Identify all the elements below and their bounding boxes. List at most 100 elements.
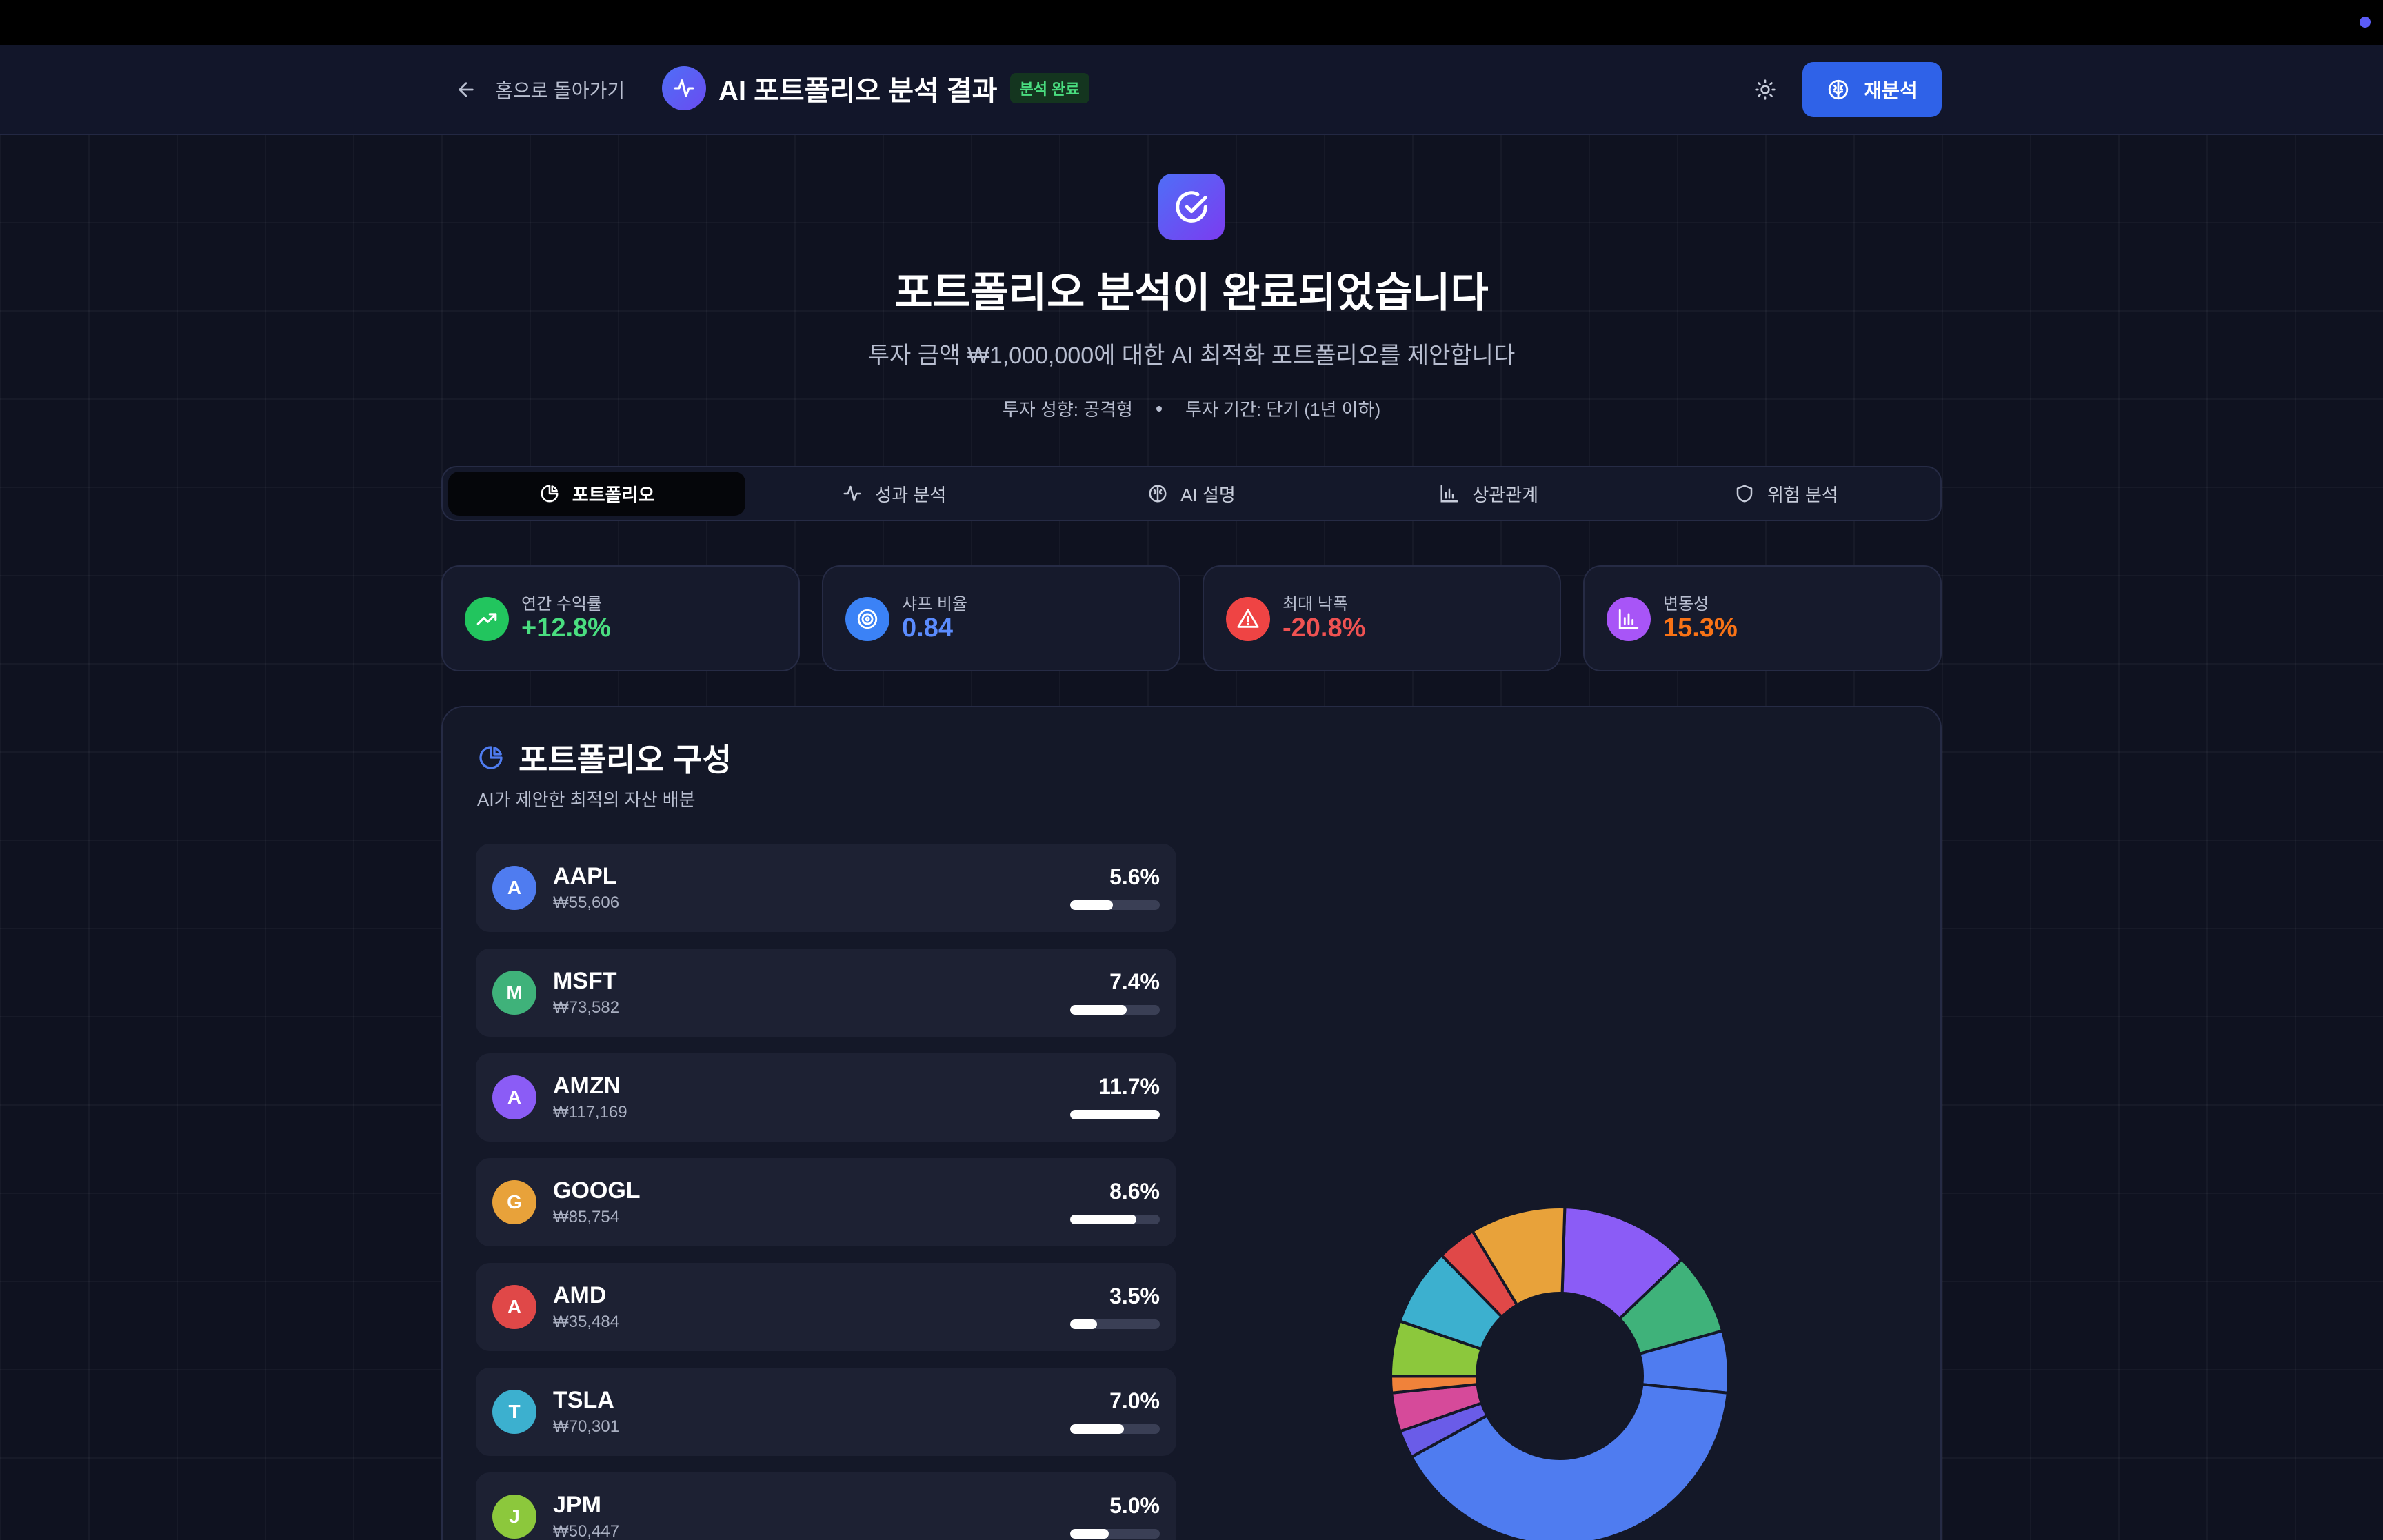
metric-annual-return: 연간 수익률 +12.8% [441, 565, 800, 671]
ticker-avatar: A [492, 1285, 536, 1329]
holding-row[interactable]: G GOOGL ₩85,754 8.6% [476, 1158, 1176, 1246]
portfolio-composition-panel: 포트폴리오 구성 AI가 제안한 최적의 자산 배분 A AAPL ₩55,606 5… [441, 706, 1942, 1540]
bar-chart-icon [1440, 485, 1458, 503]
holding-row[interactable]: M MSFT ₩73,582 7.4% [476, 949, 1176, 1037]
holding-percent: 7.0% [1109, 1388, 1160, 1413]
risk-profile-text: 투자 성향: 공격형 [1002, 399, 1133, 420]
page-title: AI 포트폴리오 분석 결과 [718, 76, 998, 106]
metric-value: +12.8% [521, 614, 611, 642]
tab-label: 성과 분석 [875, 484, 947, 505]
weight-bar [1070, 900, 1160, 910]
trending-up-icon [465, 597, 509, 641]
hero-subtitle: 투자 금액 ₩1,000,000에 대한 AI 최적화 포트폴리오를 제안합니다 [867, 343, 1516, 369]
ticker-avatar: A [492, 866, 536, 910]
hero-title: 포트폴리오 분석이 완료되었습니다 [894, 270, 1489, 316]
weight-bar [1070, 1215, 1160, 1224]
metric-label: 변동성 [1663, 595, 1709, 614]
ticker-symbol: JPM [553, 1492, 601, 1518]
holding-amount: ₩117,169 [553, 1103, 627, 1122]
holding-percent: 5.6% [1109, 864, 1160, 889]
tab-risk[interactable]: 위험 분석 [1638, 472, 1935, 516]
metric-sharpe-ratio: 샤프 비율 0.84 [822, 565, 1180, 671]
tab-label: 위험 분석 [1767, 484, 1838, 505]
holding-row[interactable]: T TSLA ₩70,301 7.0% [476, 1368, 1176, 1456]
arrow-left-icon [459, 82, 474, 97]
sun-icon [1755, 79, 1776, 100]
holding-percent: 11.7% [1098, 1074, 1160, 1099]
weight-bar [1070, 1424, 1160, 1434]
holding-percent: 7.4% [1109, 969, 1160, 994]
page-title-group: AI 포트폴리오 분석 결과 분석 완료 [662, 66, 1089, 110]
panel-header: 포트폴리오 구성 [477, 735, 732, 780]
tab-label: AI 설명 [1180, 484, 1236, 505]
ticker-symbol: AMD [553, 1282, 607, 1308]
tab-label: 포트폴리오 [572, 484, 655, 505]
metric-value: 0.84 [902, 614, 953, 642]
tab-portfolio[interactable]: 포트폴리오 [448, 472, 746, 516]
panel-subtitle: AI가 제안한 최적의 자산 배분 [477, 789, 696, 810]
metric-label: 연간 수익률 [521, 595, 603, 614]
horizon-text: 투자 기간: 단기 (1년 이하) [1185, 399, 1381, 420]
ticker-symbol: TSLA [553, 1387, 614, 1413]
ticker-symbol: AAPL [553, 863, 617, 889]
holding-amount: ₩70,301 [553, 1417, 620, 1436]
metric-label: 최대 낙폭 [1283, 595, 1348, 614]
alert-triangle-icon [1226, 597, 1270, 641]
ticker-symbol: GOOGL [553, 1177, 641, 1204]
weight-bar-fill [1070, 1424, 1124, 1434]
tab-ai-explanation[interactable]: AI 설명 [1043, 472, 1340, 516]
holding-row[interactable]: A AMZN ₩117,169 11.7% [476, 1053, 1176, 1142]
weight-bar [1070, 1005, 1160, 1015]
hero-meta: 투자 성향: 공격형 투자 기간: 단기 (1년 이하) [0, 396, 2383, 421]
holding-amount: ₩55,606 [553, 893, 620, 912]
holding-amount: ₩73,582 [553, 998, 620, 1017]
holding-percent: 3.5% [1109, 1284, 1160, 1308]
brain-icon [1829, 79, 1849, 100]
metric-max-drawdown: 최대 낙폭 -20.8% [1203, 565, 1561, 671]
brain-icon [1149, 485, 1167, 503]
activity-icon [843, 485, 861, 502]
ticker-avatar: J [492, 1495, 536, 1539]
recording-indicator-icon [2360, 17, 2371, 28]
ticker-symbol: MSFT [553, 968, 617, 994]
panel-title: 포트폴리오 구성 [519, 742, 732, 778]
weight-bar [1070, 1319, 1160, 1329]
allocation-donut-chart [1389, 1206, 1730, 1540]
tab-label: 상관관계 [1472, 484, 1539, 505]
weight-bar [1070, 1529, 1160, 1539]
status-badge: 분석 완료 [1009, 73, 1089, 103]
target-icon [845, 597, 889, 641]
tab-performance[interactable]: 성과 분석 [745, 472, 1043, 516]
theme-toggle-button[interactable] [1751, 76, 1779, 103]
weight-bar-fill [1070, 1110, 1160, 1119]
holding-amount: ₩85,754 [553, 1208, 620, 1226]
ticker-avatar: G [492, 1180, 536, 1224]
weight-bar-fill [1070, 1005, 1127, 1015]
ticker-avatar: A [492, 1075, 536, 1119]
metric-label: 샤프 비율 [902, 595, 967, 614]
bar-chart-icon [1607, 597, 1651, 641]
metric-value: 15.3% [1663, 614, 1738, 642]
ticker-avatar: T [492, 1390, 536, 1434]
metric-volatility: 변동성 15.3% [1583, 565, 1942, 671]
weight-bar-fill [1070, 1215, 1136, 1224]
reanalyze-label: 재분석 [1864, 80, 1918, 101]
holding-amount: ₩50,447 [553, 1522, 620, 1540]
holding-row[interactable]: A AMD ₩35,484 3.5% [476, 1263, 1176, 1351]
os-menu-bar [0, 0, 2383, 45]
activity-icon [662, 66, 706, 110]
check-circle-icon [1158, 174, 1225, 240]
separator-dot [1156, 405, 1162, 412]
result-tabs: 포트폴리오 성과 분석 AI 설명 상관관계 위험 분석 [441, 466, 1942, 521]
tab-correlation[interactable]: 상관관계 [1340, 472, 1638, 516]
weight-bar-fill [1070, 1319, 1097, 1329]
reanalyze-button[interactable]: 재분석 [1802, 62, 1942, 117]
back-home-link[interactable]: 홈으로 돌아가기 [455, 76, 625, 103]
pie-chart-icon [541, 485, 559, 503]
holding-row[interactable]: A AAPL ₩55,606 5.6% [476, 844, 1176, 932]
holding-row[interactable]: J JPM ₩50,447 5.0% [476, 1472, 1176, 1540]
holding-amount: ₩35,484 [553, 1313, 620, 1331]
shield-icon [1736, 485, 1753, 503]
weight-bar-fill [1070, 900, 1114, 910]
metric-value: -20.8% [1283, 614, 1366, 642]
